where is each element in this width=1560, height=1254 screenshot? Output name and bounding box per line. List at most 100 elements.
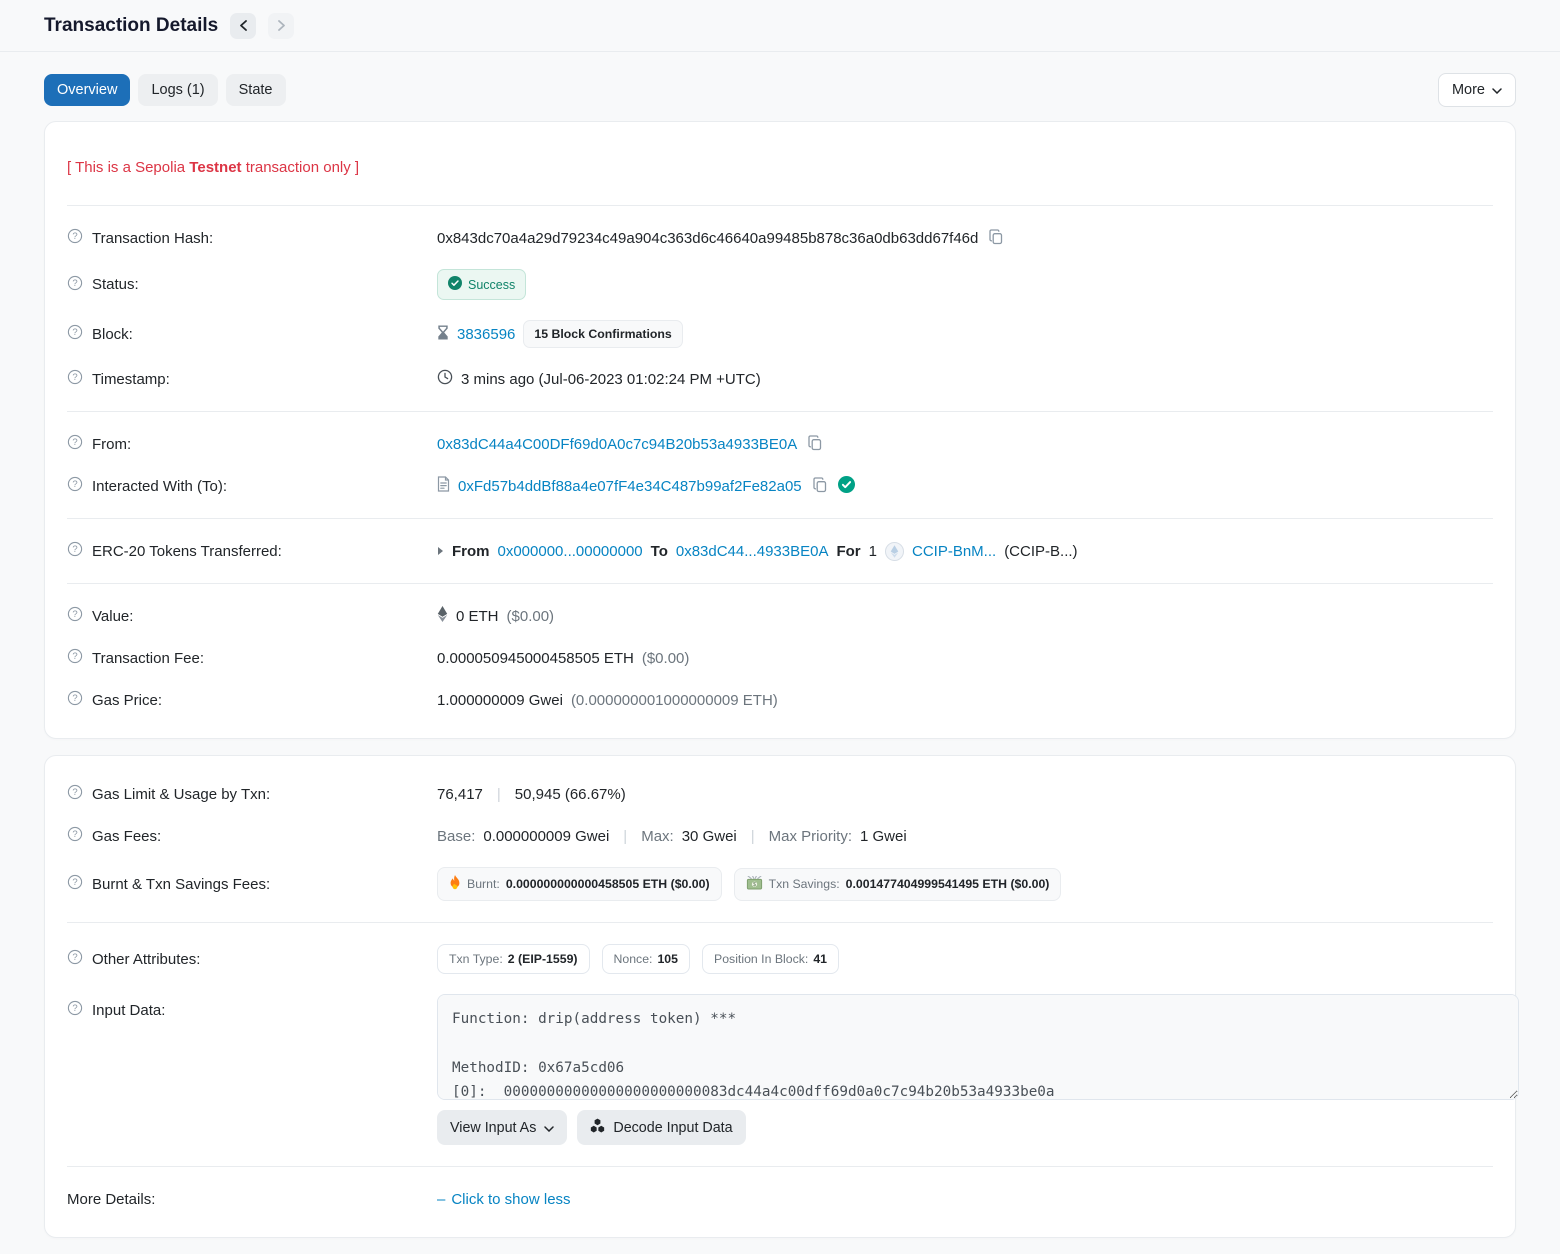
help-icon[interactable]: ? xyxy=(67,1000,83,1020)
block-confirmations-badge[interactable]: 15 Block Confirmations xyxy=(523,320,682,348)
help-icon[interactable]: ? xyxy=(67,275,83,295)
help-icon[interactable]: ? xyxy=(67,874,83,894)
help-icon[interactable]: ? xyxy=(67,826,83,846)
svg-text:?: ? xyxy=(72,651,77,662)
gas-limit-row: ? Gas Limit & Usage by Txn: 76,417 | 50,… xyxy=(67,773,1493,815)
value-usd: ($0.00) xyxy=(507,608,555,625)
max-fee-value: 30 Gwei xyxy=(682,828,737,845)
input-data-row: ? Input Data: Function: drip(address tok… xyxy=(67,984,1493,1155)
next-transaction-button[interactable] xyxy=(268,13,294,39)
max-priority-value: 1 Gwei xyxy=(860,828,907,845)
transfer-from-address-link[interactable]: 0x000000...00000000 xyxy=(498,543,643,560)
help-icon[interactable]: ? xyxy=(67,369,83,389)
help-icon[interactable]: ? xyxy=(67,434,83,454)
decode-input-data-button[interactable]: Decode Input Data xyxy=(577,1110,745,1145)
tab-overview[interactable]: Overview xyxy=(44,74,130,106)
help-icon[interactable]: ? xyxy=(67,949,83,969)
verified-contract-icon xyxy=(838,476,855,497)
transaction-fee-label: Transaction Fee: xyxy=(92,650,204,667)
flame-icon xyxy=(449,875,461,893)
status-badge-label: Success xyxy=(468,278,515,292)
max-fee-label: Max: xyxy=(641,828,674,845)
interacted-with-label: Interacted With (To): xyxy=(92,478,227,495)
help-icon[interactable]: ? xyxy=(67,324,83,344)
svg-text:?: ? xyxy=(72,952,77,963)
help-icon[interactable]: ? xyxy=(67,541,83,561)
transfer-from-label: From xyxy=(452,543,490,560)
hourglass-icon xyxy=(437,325,449,344)
gas-fees-label: Gas Fees: xyxy=(92,828,161,845)
token-symbol: (CCIP-B...) xyxy=(1004,543,1077,560)
svg-text:?: ? xyxy=(72,877,77,888)
timestamp-value: 3 mins ago (Jul-06-2023 01:02:24 PM +UTC… xyxy=(461,371,761,388)
copy-icon xyxy=(988,229,1004,248)
help-icon[interactable]: ? xyxy=(67,784,83,804)
transaction-hash-row: ? Transaction Hash: 0x843dc70a4a29d79234… xyxy=(67,217,1493,259)
page-title: Transaction Details xyxy=(44,15,218,37)
svg-text:?: ? xyxy=(72,829,77,840)
svg-text:?: ? xyxy=(72,479,77,490)
block-label: Block: xyxy=(92,326,133,343)
copy-hash-button[interactable] xyxy=(986,229,1006,248)
tab-state[interactable]: State xyxy=(226,74,286,106)
svg-text:?: ? xyxy=(72,1003,77,1014)
max-priority-label: Max Priority: xyxy=(769,828,852,845)
page-header: Transaction Details xyxy=(44,0,1516,51)
contract-document-icon xyxy=(437,476,450,496)
gas-price-amount: 1.000000009 Gwei xyxy=(437,692,563,709)
help-icon[interactable]: ? xyxy=(67,648,83,668)
input-data-textarea[interactable]: Function: drip(address token) *** Method… xyxy=(437,994,1519,1100)
txn-savings-badge: $ Txn Savings: 0.001477404999541495 ETH … xyxy=(734,868,1062,901)
position-in-block-badge: Position In Block: 41 xyxy=(702,944,839,974)
base-fee-label: Base: xyxy=(437,828,475,845)
input-data-label: Input Data: xyxy=(92,1002,165,1019)
svg-text:?: ? xyxy=(72,609,77,620)
testnet-warning: [ This is a Sepolia Testnet transaction … xyxy=(67,139,1493,194)
transaction-fee-amount: 0.000050945000458505 ETH xyxy=(437,650,634,667)
svg-text:$: $ xyxy=(753,882,756,888)
caret-right-icon xyxy=(437,543,444,560)
copy-to-address-button[interactable] xyxy=(810,477,830,496)
more-button-label: More xyxy=(1452,82,1485,98)
copy-icon xyxy=(812,477,828,496)
token-name-link[interactable]: CCIP-BnM... xyxy=(912,543,996,560)
help-icon[interactable]: ? xyxy=(67,476,83,496)
txn-type-badge: Txn Type: 2 (EIP-1559) xyxy=(437,944,590,974)
other-attributes-row: ? Other Attributes: Txn Type: 2 (EIP-155… xyxy=(67,934,1493,984)
interacted-with-row: ? Interacted With (To): 0xFd57b4ddBf88a4… xyxy=(67,465,1493,507)
burnt-fee-badge: Burnt: 0.000000000000458505 ETH ($0.00) xyxy=(437,867,722,901)
help-icon[interactable]: ? xyxy=(67,228,83,248)
to-contract-address-link[interactable]: 0xFd57b4ddBf88a4e07fF4e34C487b99af2Fe82a… xyxy=(458,478,802,495)
burnt-value: 0.000000000000458505 ETH ($0.00) xyxy=(506,877,710,891)
more-dropdown-button[interactable]: More xyxy=(1438,73,1516,107)
transfer-to-address-link[interactable]: 0x83dC44...4933BE0A xyxy=(676,543,829,560)
separator: | xyxy=(745,828,761,845)
tab-logs[interactable]: Logs (1) xyxy=(138,74,217,106)
gas-limit-value: 76,417 xyxy=(437,786,483,803)
block-number-link[interactable]: 3836596 xyxy=(457,326,515,343)
copy-from-address-button[interactable] xyxy=(805,435,825,454)
txn-savings-label: Txn Savings: xyxy=(769,877,840,891)
prev-transaction-button[interactable] xyxy=(230,13,256,39)
view-input-as-button[interactable]: View Input As xyxy=(437,1110,567,1145)
svg-text:?: ? xyxy=(72,327,77,338)
gas-price-row: ? Gas Price: 1.000000009 Gwei (0.0000000… xyxy=(67,679,1493,721)
header-divider xyxy=(0,51,1560,52)
value-row: ? Value: 0 ETH ($0.00) xyxy=(67,595,1493,637)
from-address-link[interactable]: 0x83dC44a4C00DFf69d0A0c7c94B20b53a4933BE… xyxy=(437,436,797,453)
show-less-link[interactable]: – Click to show less xyxy=(437,1191,571,1208)
svg-text:?: ? xyxy=(72,372,77,383)
transaction-fee-row: ? Transaction Fee: 0.000050945000458505 … xyxy=(67,637,1493,679)
svg-text:?: ? xyxy=(72,278,77,289)
svg-text:?: ? xyxy=(72,693,77,704)
separator: | xyxy=(491,786,507,803)
transfer-for-label: For xyxy=(836,543,860,560)
transaction-hash-value: 0x843dc70a4a29d79234c49a904c363d6c46640a… xyxy=(437,230,978,247)
decode-cubes-icon xyxy=(590,1118,605,1137)
help-icon[interactable]: ? xyxy=(67,606,83,626)
transaction-fee-usd: ($0.00) xyxy=(642,650,690,667)
nonce-badge: Nonce: 105 xyxy=(602,944,691,974)
erc20-transfers-label: ERC-20 Tokens Transferred: xyxy=(92,543,282,560)
txn-savings-value: 0.001477404999541495 ETH ($0.00) xyxy=(846,877,1050,891)
help-icon[interactable]: ? xyxy=(67,690,83,710)
